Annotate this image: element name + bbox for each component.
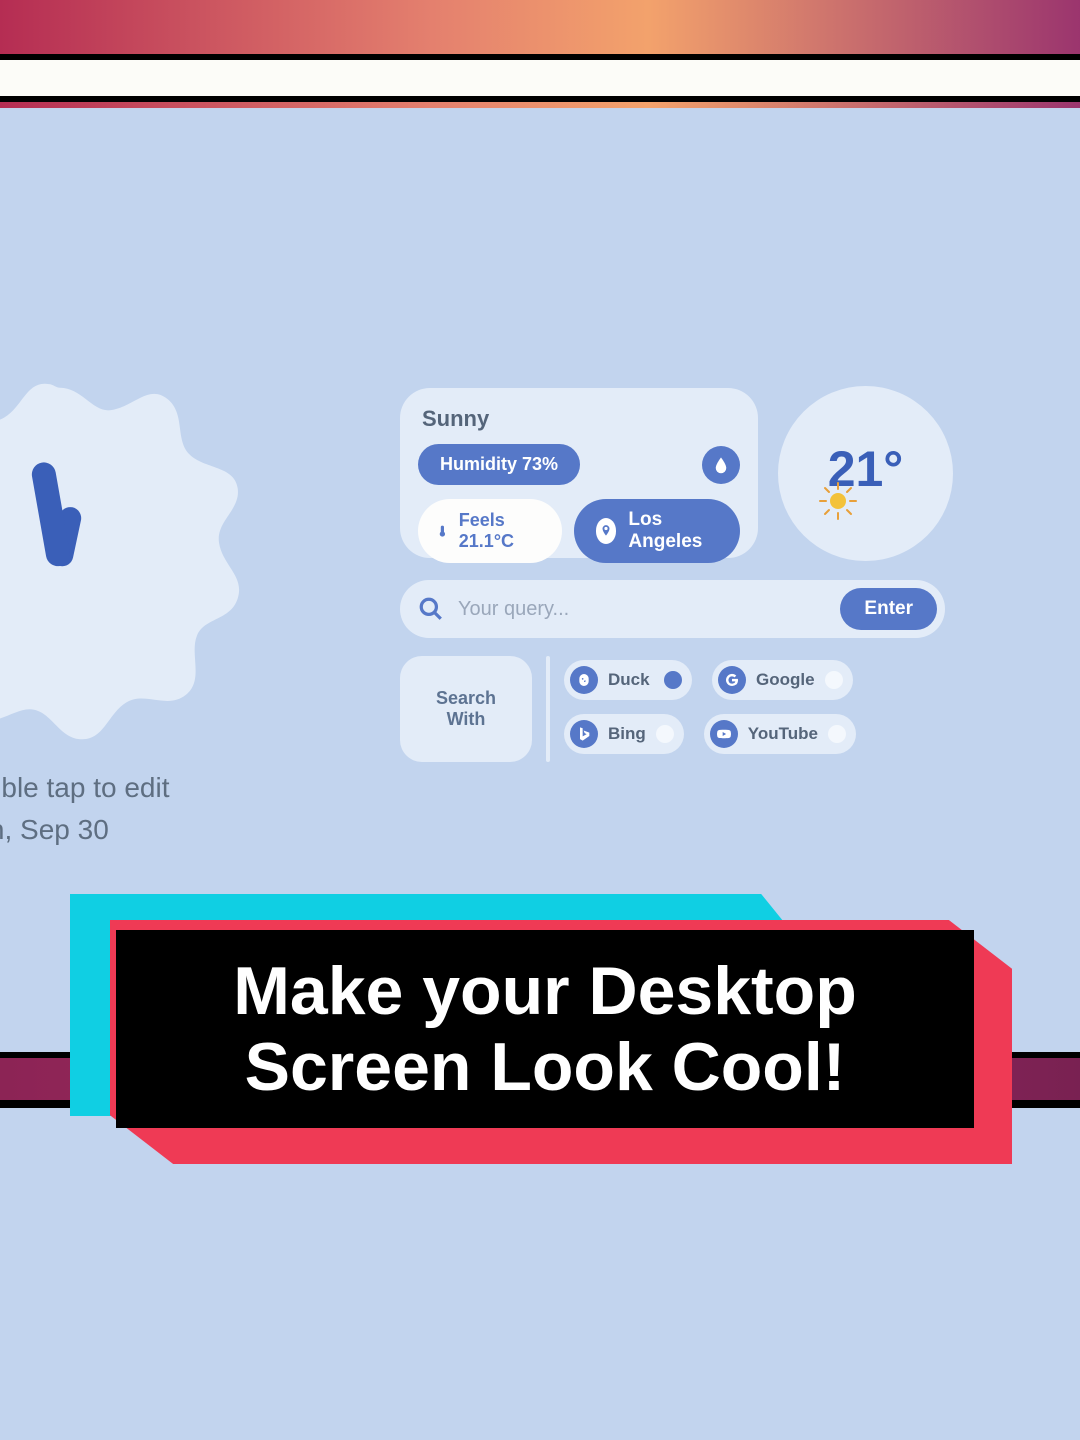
window-chrome-top bbox=[0, 54, 1080, 102]
search-icon bbox=[418, 596, 444, 622]
engine-radio[interactable] bbox=[656, 725, 674, 743]
location-pill[interactable]: Los Angeles bbox=[574, 499, 740, 563]
engine-radio[interactable] bbox=[664, 671, 682, 689]
weather-card[interactable]: Sunny Humidity 73% Feels 21.1°C Los Ange… bbox=[400, 388, 758, 558]
clock-widget[interactable]: Double tap to edit Mon, Sep 30 bbox=[0, 373, 245, 851]
search-engine-list: Duck Google Bing You bbox=[564, 656, 945, 762]
engine-label: Duck bbox=[608, 670, 654, 690]
headline-banner: Make your Desktop Screen Look Cool! bbox=[70, 894, 1016, 1164]
clock-date: Mon, Sep 30 bbox=[0, 809, 245, 851]
google-icon bbox=[718, 666, 746, 694]
youtube-icon bbox=[710, 720, 738, 748]
clock-edit-hint[interactable]: Double tap to edit bbox=[0, 767, 245, 809]
clock-scallop-bg bbox=[0, 373, 245, 743]
banner-layer-black: Make your Desktop Screen Look Cool! bbox=[116, 930, 974, 1128]
humidity-icon[interactable] bbox=[702, 446, 740, 484]
engine-radio[interactable] bbox=[828, 725, 846, 743]
engine-option-bing[interactable]: Bing bbox=[564, 714, 684, 754]
headline-line2: Screen Look Cool! bbox=[245, 1029, 846, 1105]
duck-icon bbox=[570, 666, 598, 694]
search-with-panel: Search With Duck Google Bi bbox=[400, 656, 945, 762]
feels-like-label: Feels 21.1°C bbox=[459, 510, 544, 552]
headline-line1: Make your Desktop bbox=[233, 953, 857, 1029]
search-bar[interactable]: Enter bbox=[400, 580, 945, 638]
engine-radio[interactable] bbox=[825, 671, 843, 689]
bing-icon bbox=[570, 720, 598, 748]
engine-option-duck[interactable]: Duck bbox=[564, 660, 692, 700]
humidity-pill: Humidity 73% bbox=[418, 444, 580, 485]
thermometer-icon bbox=[436, 521, 449, 541]
search-input[interactable] bbox=[444, 598, 840, 621]
temperature-widget[interactable]: 21° bbox=[778, 386, 953, 561]
search-with-label: Search With bbox=[400, 656, 532, 762]
engine-label: YouTube bbox=[748, 724, 818, 744]
weather-condition: Sunny bbox=[422, 406, 740, 432]
search-enter-button[interactable]: Enter bbox=[840, 588, 937, 630]
clock-face bbox=[0, 373, 245, 743]
sun-icon bbox=[818, 481, 858, 521]
engine-option-google[interactable]: Google bbox=[712, 660, 853, 700]
feels-like-pill: Feels 21.1°C bbox=[418, 499, 562, 563]
engine-option-youtube[interactable]: YouTube bbox=[704, 714, 856, 754]
engine-label: Google bbox=[756, 670, 815, 690]
divider bbox=[546, 656, 550, 762]
location-label: Los Angeles bbox=[628, 509, 718, 553]
engine-label: Bing bbox=[608, 724, 646, 744]
headline-text: Make your Desktop Screen Look Cool! bbox=[116, 953, 974, 1105]
location-pin-icon bbox=[596, 518, 617, 544]
